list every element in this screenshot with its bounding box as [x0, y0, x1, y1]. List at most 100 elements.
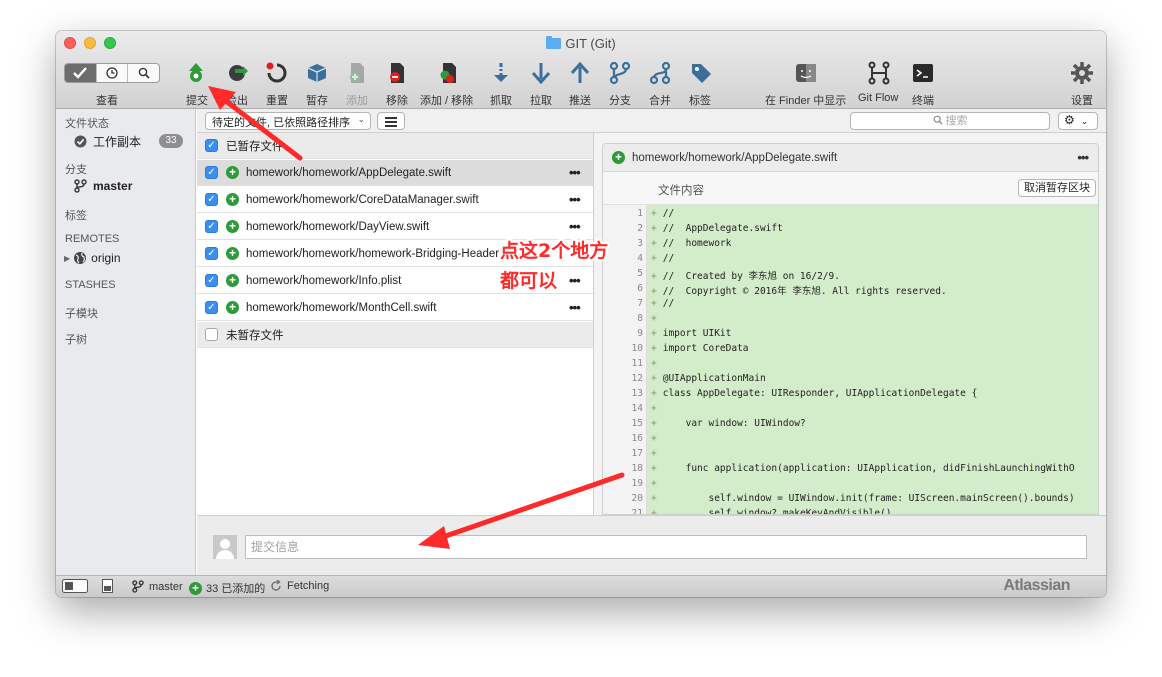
line-number: 4: [637, 253, 643, 264]
add-button[interactable]: [343, 60, 371, 86]
code-line: + import UIKit: [651, 328, 731, 339]
terminal-icon: [913, 64, 933, 82]
line-number: 19: [631, 478, 643, 489]
added-line-marker: +: [651, 223, 657, 234]
tag-button[interactable]: [687, 60, 715, 86]
more-actions-button[interactable]: •••: [569, 273, 593, 288]
list-view-toggle-button[interactable]: [377, 112, 405, 130]
diff-more-actions-button[interactable]: •••: [1077, 150, 1089, 165]
file-row[interactable]: ✓ + homework/homework/CoreDataManager.sw…: [197, 187, 593, 213]
refresh-icon: [271, 580, 281, 591]
line-number: 7: [637, 298, 643, 309]
file-row[interactable]: ✓ + homework/homework/MonthCell.swift ••…: [197, 295, 593, 321]
branch-icon: [609, 61, 631, 85]
merge-button[interactable]: [646, 60, 674, 86]
reset-icon: [266, 62, 287, 83]
sidebar-item-remote-origin[interactable]: ▶ origin: [64, 251, 121, 265]
stash-button[interactable]: [303, 60, 331, 86]
working-copy-count-badge: 33: [159, 134, 183, 148]
add-remove-button[interactable]: [434, 60, 462, 86]
stashes-header[interactable]: STASHES: [65, 279, 116, 291]
added-line-marker: +: [651, 418, 657, 429]
terminal-button[interactable]: [909, 60, 937, 86]
line-number: 17: [631, 448, 643, 459]
unstaged-files-header[interactable]: 未暂存文件: [197, 322, 593, 348]
settings-button[interactable]: [1068, 60, 1096, 86]
view-segmented-control[interactable]: [64, 63, 160, 83]
added-line-marker: +: [651, 358, 657, 369]
remove-button[interactable]: [383, 60, 411, 86]
branch-button[interactable]: [606, 60, 634, 86]
more-actions-button[interactable]: •••: [569, 192, 593, 207]
pull-button[interactable]: [527, 60, 555, 86]
tags-header[interactable]: 标签: [65, 207, 87, 223]
status-bar: master + 33 已添加的 Fetching Atlassian: [56, 575, 1106, 597]
staged-select-all-checkbox[interactable]: ✓: [205, 139, 218, 152]
reset-button[interactable]: [263, 60, 291, 86]
search-input[interactable]: 搜索: [850, 112, 1050, 130]
code-line: +: [651, 433, 663, 444]
code-line: + func application(application: UIApplic…: [651, 463, 1075, 474]
added-plus-icon: +: [226, 274, 239, 287]
commit-area: [197, 515, 1106, 575]
file-checkbox[interactable]: ✓: [205, 301, 218, 314]
subtrees-header[interactable]: 子树: [65, 331, 87, 347]
code-line-text: self.window?.makeKeyAndVisible(): [662, 508, 892, 515]
line-number: 12: [631, 373, 643, 384]
search-view-button[interactable]: [127, 64, 159, 82]
code-line-text: //: [662, 208, 675, 219]
reset-label: 重置: [266, 95, 288, 107]
submodules-header[interactable]: 子模块: [65, 305, 98, 321]
file-checkbox[interactable]: ✓: [205, 193, 218, 206]
git-flow-button[interactable]: [865, 60, 893, 86]
more-actions-button[interactable]: •••: [569, 165, 593, 180]
push-label: 推送: [569, 95, 591, 107]
more-actions-button[interactable]: •••: [569, 300, 593, 315]
annotation-text-line2: 都可以: [500, 270, 558, 292]
show-in-finder-button[interactable]: [792, 60, 820, 86]
diff-file-header: + homework/homework/AppDelegate.swift ••…: [603, 144, 1098, 172]
file-row[interactable]: ✓ + homework/homework/AppDelegate.swift …: [197, 160, 593, 186]
commit-button[interactable]: [182, 60, 210, 86]
file-status-view-button[interactable]: [65, 64, 96, 82]
diff-file-path: homework/homework/AppDelegate.swift: [632, 151, 838, 164]
branch-icon: [132, 580, 144, 593]
unstaged-select-all-checkbox[interactable]: [205, 328, 218, 341]
line-number: 11: [631, 358, 643, 369]
disclosure-triangle-icon[interactable]: ▶: [64, 254, 70, 263]
view-label: 查看: [96, 95, 118, 107]
file-checkbox[interactable]: ✓: [205, 274, 218, 287]
unstage-hunk-button[interactable]: 取消暂存区块: [1018, 179, 1096, 197]
tag-label: 标签: [689, 95, 711, 107]
file-options-dropdown[interactable]: ⚙ ⌄: [1058, 112, 1098, 130]
chevron-down-icon: ⌄: [357, 114, 365, 124]
filter-bar: 待定的文件, 已依照路径排序 ⌄ 搜索 ⚙ ⌄: [197, 109, 1106, 133]
file-filter-select[interactable]: 待定的文件, 已依照路径排序 ⌄: [205, 112, 371, 130]
toggle-diff-layout-button[interactable]: [102, 579, 113, 593]
staged-files-header[interactable]: ✓ 已暂存文件: [197, 133, 593, 159]
file-checkbox[interactable]: ✓: [205, 247, 218, 260]
added-line-marker: +: [651, 253, 657, 264]
fetch-button[interactable]: [487, 60, 515, 86]
toggle-sidebar-button[interactable]: [62, 579, 88, 593]
add-remove-label: 添加 / 移除: [420, 95, 474, 107]
commit-label: 提交: [186, 95, 208, 107]
remotes-header[interactable]: REMOTES: [65, 233, 119, 245]
branches-header[interactable]: 分支: [65, 161, 87, 177]
list-icon: [385, 117, 397, 119]
remove-file-icon: [390, 63, 404, 83]
checkout-label: 检出: [226, 95, 248, 107]
checkout-button[interactable]: [224, 60, 252, 86]
sidebar-item-branch-master[interactable]: master: [74, 179, 132, 193]
history-view-button[interactable]: [95, 64, 128, 82]
file-checkbox[interactable]: ✓: [205, 220, 218, 233]
more-actions-button[interactable]: •••: [569, 219, 593, 234]
file-checkbox[interactable]: ✓: [205, 166, 218, 179]
code-view[interactable]: +//+// AppDelegate.swift +// homework +//+…: [647, 205, 1098, 515]
globe-icon: [74, 252, 87, 264]
added-plus-icon: +: [612, 151, 625, 164]
commit-message-input[interactable]: [245, 535, 1087, 559]
push-button[interactable]: [566, 60, 594, 86]
sidebar-item-working-copy[interactable]: 工作副本: [74, 133, 141, 150]
push-arrow-icon: [570, 61, 590, 83]
